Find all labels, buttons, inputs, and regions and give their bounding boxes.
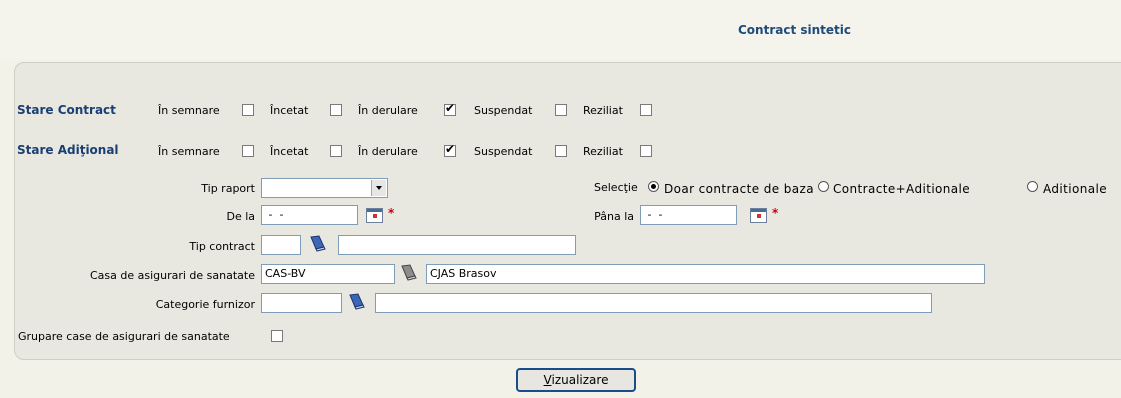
tip-raport-select[interactable]	[261, 178, 388, 198]
tip-raport-label: Tip raport	[201, 182, 255, 195]
sc-in-semnare-checkbox[interactable]	[242, 104, 254, 116]
sa-reziliat-checkbox[interactable]	[640, 145, 652, 157]
tip-contract-code-input[interactable]	[261, 235, 301, 255]
book-lookup-icon[interactable]	[309, 235, 327, 252]
stare-aditional-label: Stare Adiţional	[17, 143, 119, 157]
sc-reziliat-checkbox[interactable]	[640, 104, 652, 116]
categorie-name-input[interactable]	[375, 293, 932, 313]
de-la-input[interactable]: - -	[261, 205, 358, 225]
sa-incetat-checkbox[interactable]	[330, 145, 342, 157]
chevron-down-icon[interactable]	[371, 180, 386, 196]
de-la-value: - -	[265, 208, 287, 221]
page-title: Contract sintetic	[738, 23, 852, 37]
radio-aditionale-label: Aditionale	[1043, 182, 1108, 196]
radio-doar-contracte-de-baza-label: Doar contracte de baza	[664, 182, 814, 196]
sc-in-derulare-checkbox[interactable]	[444, 101, 456, 116]
sc-incetat-label: Încetat	[270, 104, 309, 117]
categorie-label: Categorie furnizor	[155, 298, 255, 311]
sc-incetat-checkbox[interactable]	[330, 104, 342, 116]
radio-doar-contracte-de-baza[interactable]	[648, 181, 659, 192]
tip-contract-label: Tip contract	[189, 240, 255, 253]
vizualizare-label: izualizare	[551, 372, 609, 387]
sa-in-derulare-label: În derulare	[358, 145, 418, 158]
casa-code-value: CAS-BV	[265, 267, 306, 280]
grupare-checkbox[interactable]	[271, 330, 283, 342]
sa-suspendat-checkbox[interactable]	[555, 145, 567, 157]
sa-suspendat-label: Suspendat	[474, 145, 533, 158]
casa-name-input[interactable]: CJAS Brasov	[426, 264, 985, 284]
required-marker: *	[388, 206, 395, 220]
required-marker: *	[772, 206, 779, 220]
stare-contract-label: Stare Contract	[17, 103, 116, 117]
sc-suspendat-checkbox[interactable]	[555, 104, 567, 116]
radio-contracte-aditionale[interactable]	[818, 181, 829, 192]
vizualizare-button[interactable]: Vizualizare	[516, 368, 636, 392]
selectie-label: Selecţie	[594, 181, 638, 194]
sa-in-derulare-checkbox[interactable]	[444, 142, 456, 157]
tip-contract-name-input[interactable]	[338, 235, 576, 255]
sc-in-semnare-label: În semnare	[158, 104, 220, 117]
pana-la-value: - -	[644, 208, 666, 221]
sc-suspendat-label: Suspendat	[474, 104, 533, 117]
book-lookup-icon[interactable]	[348, 293, 366, 310]
title-bar: Contract sintetic	[0, 0, 1121, 60]
radio-contracte-aditionale-label: Contracte+Aditionale	[833, 182, 971, 196]
sa-in-semnare-checkbox[interactable]	[242, 145, 254, 157]
sa-reziliat-label: Reziliat	[583, 145, 623, 158]
sc-reziliat-label: Reziliat	[583, 104, 623, 117]
sa-in-semnare-label: În semnare	[158, 145, 220, 158]
calendar-icon[interactable]	[750, 208, 767, 223]
sa-incetat-label: Încetat	[270, 145, 309, 158]
grupare-label: Grupare case de asigurari de sanatate	[18, 330, 230, 343]
casa-label: Casa de asigurari de sanatate	[89, 269, 255, 282]
pana-la-input[interactable]: - -	[640, 205, 737, 225]
de-la-label: De la	[226, 210, 255, 223]
pana-la-label: Pâna la	[594, 210, 634, 223]
sc-in-derulare-label: În derulare	[358, 104, 418, 117]
categorie-code-input[interactable]	[261, 293, 342, 313]
casa-code-input[interactable]: CAS-BV	[261, 264, 395, 284]
radio-aditionale[interactable]	[1027, 181, 1038, 192]
calendar-icon[interactable]	[366, 208, 383, 223]
book-lookup-icon[interactable]	[400, 264, 418, 281]
casa-name-value: CJAS Brasov	[430, 267, 497, 280]
